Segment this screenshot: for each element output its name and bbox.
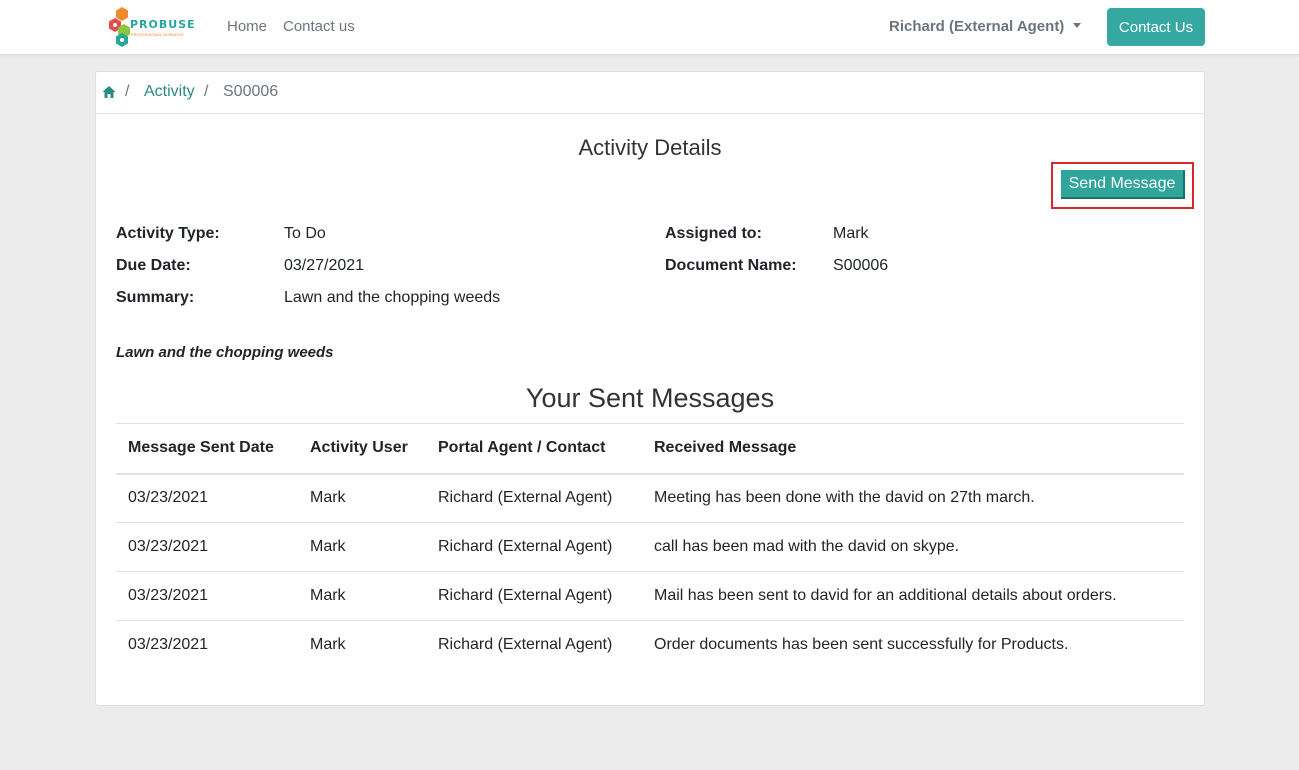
sent-messages-table: Message Sent Date Activity User Portal A… [116, 423, 1184, 670]
cell-received-message: Order documents has been sent successful… [654, 636, 1069, 654]
cell-sent-date: 03/23/2021 [116, 473, 298, 523]
column-header-received-message: Received Message [642, 423, 1184, 475]
sent-messages-title: Your Sent Messages [525, 383, 775, 413]
column-header-sent-date: Message Sent Date [116, 423, 298, 475]
activity-type-value: To Do [284, 225, 326, 242]
page-title: Activity Details [578, 135, 722, 160]
nav-contact-link[interactable]: Contact us [283, 18, 355, 35]
assigned-to-value: Mark [833, 225, 869, 242]
cell-activity-user: Mark [298, 522, 426, 572]
breadcrumb-separator: / [125, 83, 130, 100]
breadcrumb-current: S00006 [223, 83, 279, 100]
logo-subtext: PROFESSIONAL BUSINESS [131, 32, 184, 37]
logo-text: PROBUSE [130, 18, 196, 31]
activity-type-label: Activity Type: [116, 225, 220, 242]
user-menu-label: Richard (External Agent) [889, 18, 1065, 35]
breadcrumb-activity-link[interactable]: Activity [144, 83, 195, 101]
cell-portal-agent: Richard (External Agent) [426, 571, 642, 621]
cell-portal-agent: Richard (External Agent) [426, 473, 642, 523]
summary-value: Lawn and the chopping weeds [284, 289, 501, 306]
probuse-logo[interactable]: PROBUSE PROFESSIONAL BUSINESS [107, 6, 195, 48]
cell-received-message: call has been mad with the david on skyp… [642, 522, 1184, 572]
send-message-button[interactable]: Send Message [1061, 170, 1185, 199]
table-row: 03/23/2021 Mark Richard (External Agent)… [116, 621, 1184, 670]
send-message-highlight: Send Message [1051, 162, 1194, 209]
summary-label: Summary: [116, 289, 195, 306]
assigned-to-label: Assigned to: [665, 225, 762, 242]
home-icon[interactable] [102, 85, 116, 99]
cell-portal-agent: Richard (External Agent) [426, 522, 642, 572]
cell-sent-date: 03/23/2021 [116, 522, 298, 572]
due-date-value: 03/27/2021 [284, 257, 365, 274]
cell-activity-user: Mark [298, 571, 426, 621]
cell-activity-user: Mark [310, 636, 346, 654]
column-header-activity-user: Activity User [298, 423, 426, 475]
column-header-portal-agent: Portal Agent / Contact [426, 423, 642, 475]
cell-sent-date: 03/23/2021 [116, 571, 298, 621]
top-navbar: PROBUSE PROFESSIONAL BUSINESS Home Conta… [0, 0, 1299, 55]
breadcrumb-separator: / [204, 83, 209, 100]
cell-received-message: Meeting has been done with the david on … [642, 473, 1184, 523]
document-name-value: S00006 [833, 257, 889, 274]
cell-portal-agent: Richard (External Agent) [438, 636, 613, 654]
table-row: 03/23/2021 Mark Richard (External Agent)… [116, 473, 1184, 523]
nav-home-link[interactable]: Home [227, 18, 267, 35]
table-header-row: Message Sent Date Activity User Portal A… [116, 423, 1184, 475]
caret-down-icon [1073, 23, 1082, 28]
document-name-label: Document Name: [665, 257, 797, 274]
activity-note: Lawn and the chopping weeds [116, 344, 334, 361]
breadcrumb: / Activity / S00006 [96, 72, 1204, 114]
user-menu-dropdown[interactable]: Richard (External Agent) [889, 18, 1082, 35]
due-date-label: Due Date: [116, 257, 191, 274]
cell-received-message: Mail has been sent to david for an addit… [642, 571, 1184, 621]
cell-sent-date: 03/23/2021 [128, 636, 209, 654]
table-row: 03/23/2021 Mark Richard (External Agent)… [116, 571, 1184, 621]
cell-activity-user: Mark [298, 473, 426, 523]
table-row: 03/23/2021 Mark Richard (External Agent)… [116, 522, 1184, 572]
contact-us-button[interactable]: Contact Us [1107, 8, 1205, 46]
activity-card: / Activity / S00006 Activity Details Sen… [95, 71, 1205, 706]
